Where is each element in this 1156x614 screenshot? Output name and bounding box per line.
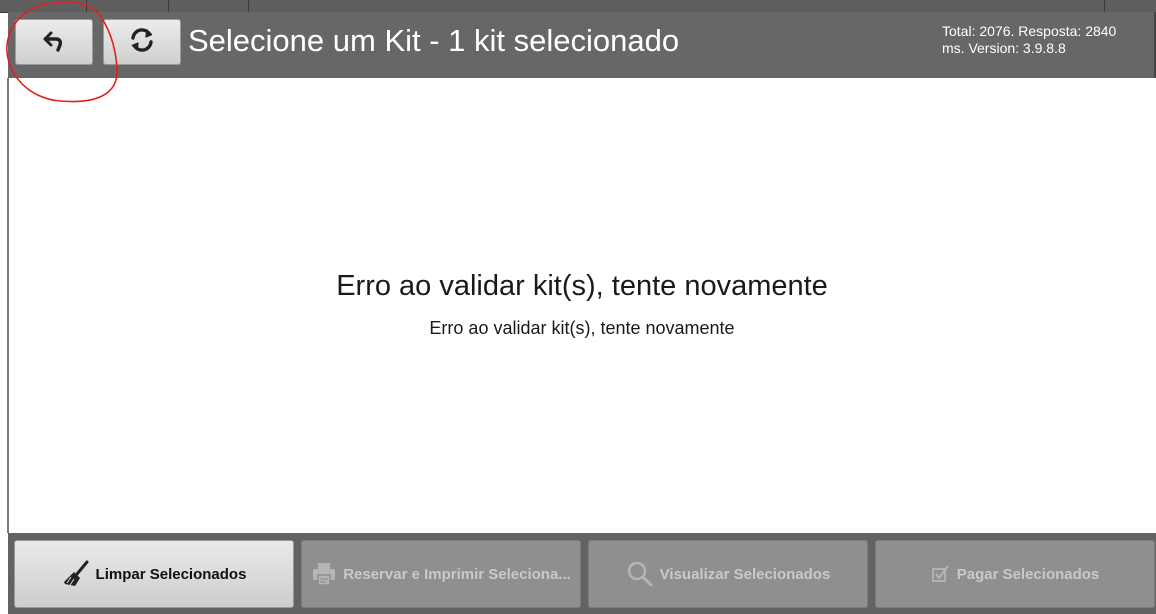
- status-info: Total: 2076. Resposta: 2840 ms. Version:…: [942, 23, 1117, 56]
- pay-selected-label: Pagar Selecionados: [956, 565, 1100, 583]
- clear-selected-label: Limpar Selecionados: [95, 565, 247, 583]
- page-title: Selecione um Kit - 1 kit selecionado: [188, 23, 680, 58]
- reserve-print-label: Reservar e Imprimir Seleciona...: [343, 565, 571, 583]
- view-selected-label: Visualizar Selecionados: [659, 565, 831, 583]
- refresh-button[interactable]: [103, 19, 181, 65]
- header-bar: Selecione um Kit - 1 kit selecionado Tot…: [8, 12, 1156, 78]
- back-button[interactable]: [15, 19, 93, 65]
- refresh-icon: [128, 26, 156, 59]
- reserve-print-button[interactable]: Reservar e Imprimir Seleciona...: [301, 540, 581, 608]
- app-screen: Selecione um Kit - 1 kit selecionado Tot…: [0, 0, 1156, 614]
- clear-selected-button[interactable]: Limpar Selecionados: [14, 540, 294, 608]
- left-border: [7, 78, 9, 533]
- broom-icon: [62, 560, 90, 588]
- checkbox-icon: [931, 564, 951, 584]
- magnifier-icon: [626, 560, 654, 588]
- footer-bar: Limpar Selecionados Reservar e Imprimir …: [8, 533, 1156, 614]
- view-selected-button[interactable]: Visualizar Selecionados: [588, 540, 868, 608]
- printer-icon: [311, 561, 337, 587]
- error-detail: Erro ao validar kit(s), tente novamente: [429, 318, 735, 338]
- pay-selected-button[interactable]: Pagar Selecionados: [875, 540, 1155, 608]
- undo-arrow-icon: [41, 27, 67, 58]
- error-title: Erro ao validar kit(s), tente novamente: [336, 270, 828, 302]
